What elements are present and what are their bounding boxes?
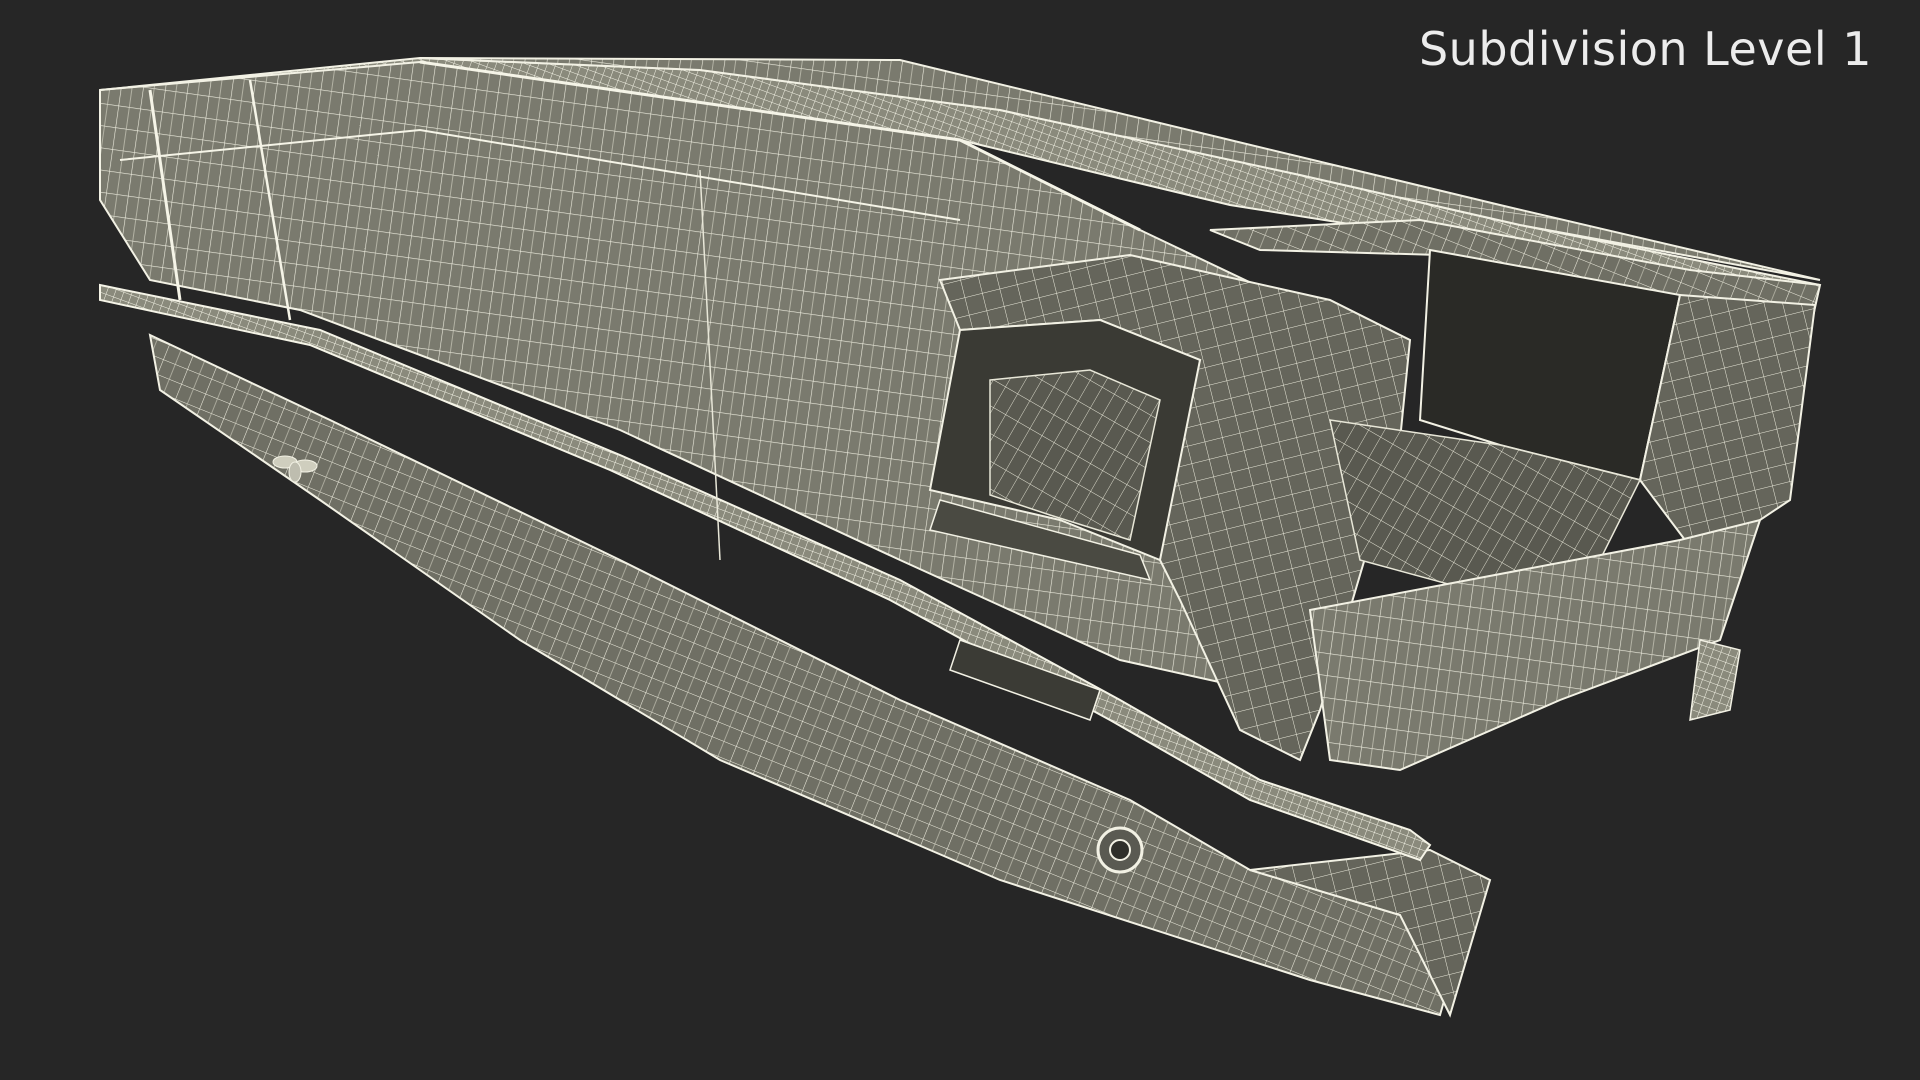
boat-hull-wireframe-model bbox=[99, 56, 1822, 1018]
render-viewport: Subdivision Level 1 bbox=[0, 0, 1920, 1080]
stern-step bbox=[1689, 639, 1741, 721]
subdivision-level-label: Subdivision Level 1 bbox=[1418, 22, 1872, 76]
